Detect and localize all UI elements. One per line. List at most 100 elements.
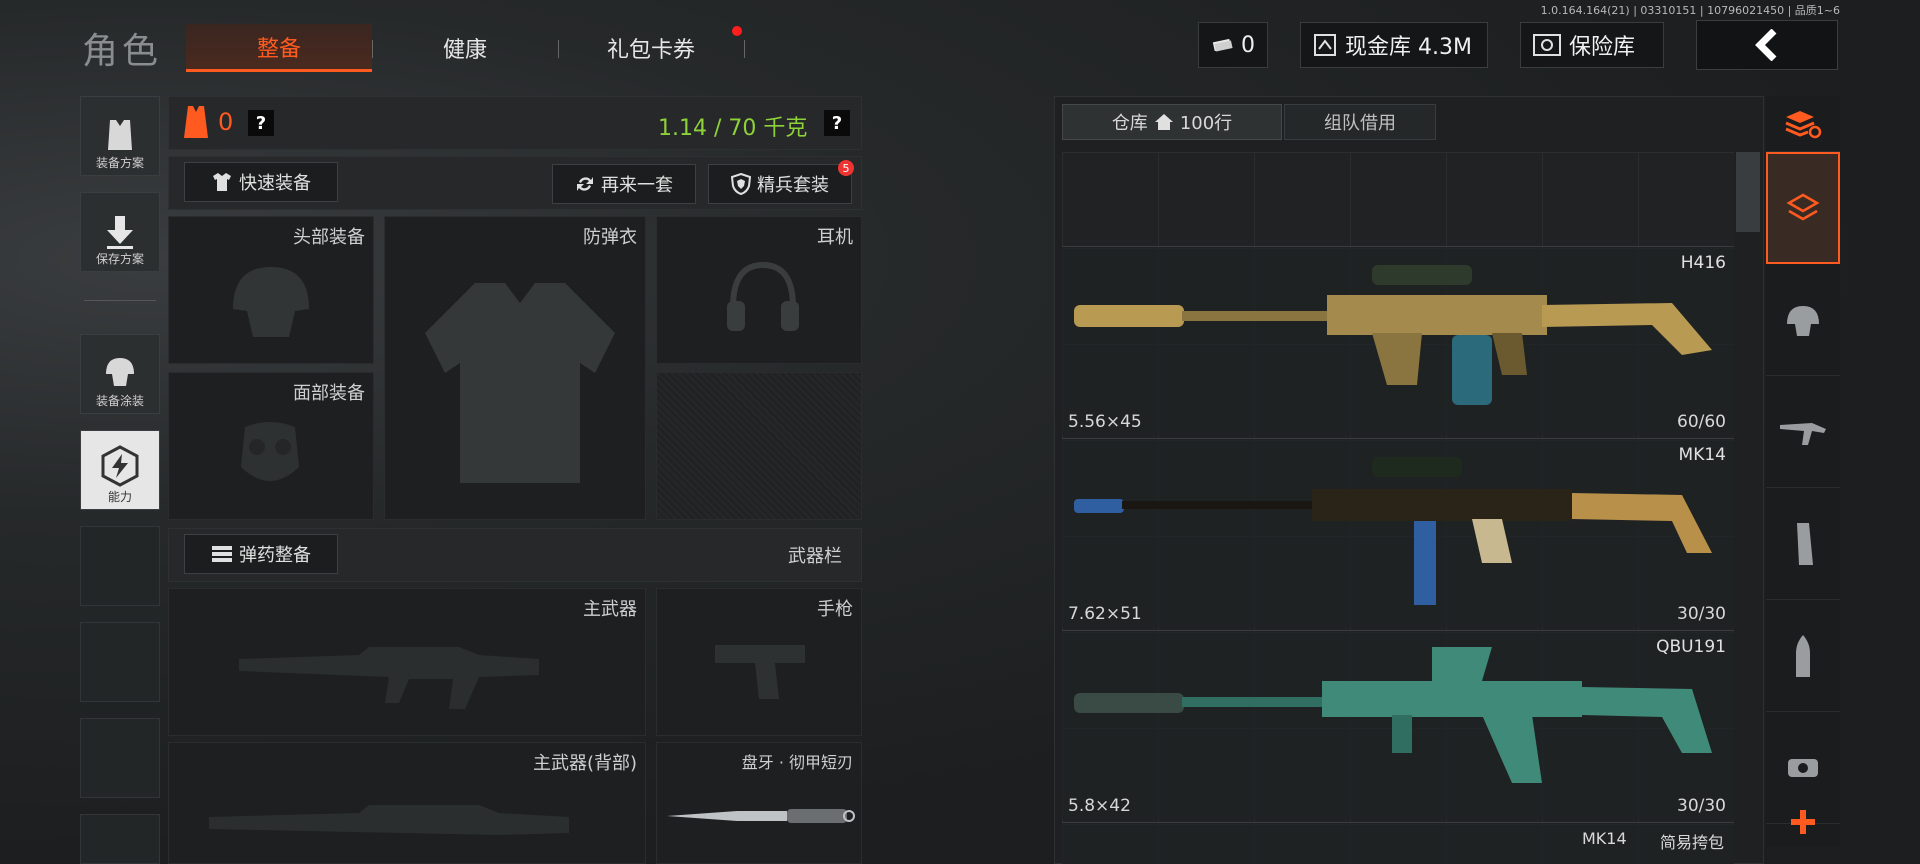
elite-set-label: 精兵套装 [757,175,829,196]
elite-set-badge: 5 [838,160,854,176]
save-plan-button[interactable]: 保存方案 [80,192,160,272]
cash-vault-label: 现金库 4.3M [1345,35,1472,60]
warehouse-item-h416[interactable]: H416 5.56×45 60/60 [1062,246,1734,436]
rifle-icon [1780,422,1826,445]
melee-slot[interactable]: 盘牙 · 彻甲短刃 [656,742,862,864]
helmet-silhouette-icon [233,267,309,337]
weight-display: 1.14 / 70 千克 [658,116,808,141]
armor-help-button[interactable]: ? [248,110,274,136]
help-icon: ? [824,110,850,136]
elite-set-button[interactable]: 精兵套装 [708,164,852,204]
locked-slot [656,372,862,520]
slot-label: 手枪 [817,599,853,620]
battle-rifle-icon [1074,457,1712,605]
marksman-rifle-icon [1074,647,1712,783]
slot-label: 主武器 [583,599,637,620]
weapon-bar-label: 武器栏 [788,546,842,567]
filter-ammo[interactable] [1766,600,1840,712]
storage-label: 仓库 [1111,113,1148,134]
body-armor-slot[interactable]: 防弹衣 [384,216,646,520]
rifle-silhouette-icon [239,647,539,709]
chevron-left-icon [1755,29,1777,61]
another-set-button[interactable]: 再来一套 [552,164,696,204]
sidebar-item-label: 能力 [107,490,132,504]
warehouse-item-mk14[interactable]: MK14 7.62×51 30/30 [1062,438,1734,628]
plus-icon [1791,810,1815,834]
tab-storage[interactable]: 仓库 100行 [1062,104,1282,140]
back-weapon-slot[interactable]: 主武器(背部) [168,742,646,864]
ammo-equip-button[interactable]: 弹药整备 [184,534,338,574]
page-title: 角色 [82,31,163,72]
filter-rifle[interactable] [1766,376,1840,488]
tab-equip[interactable]: 整备 [186,24,372,72]
pistol-slot[interactable]: 手枪 [656,588,862,736]
home-icon [1154,114,1173,130]
sort-stack-button[interactable] [1766,96,1840,152]
pistol-silhouette-icon [715,645,805,699]
primary-weapon-slot[interactable]: 主武器 [168,588,646,736]
helmet-icon [106,358,134,386]
loadout-plan-button[interactable]: 装备方案 [80,96,160,176]
filter-magazine[interactable] [1766,488,1840,600]
help-icon: ? [248,110,274,136]
cash-vault-button[interactable]: 现金库 4.3M [1300,22,1488,68]
magazine-icon [1797,522,1813,565]
sidebar-empty-slot [80,718,160,798]
filter-all[interactable] [1766,152,1840,264]
tab-divider [744,40,745,58]
helmet-icon [1787,305,1819,336]
tab-health[interactable]: 健康 [372,24,558,72]
cash-icon [1314,34,1336,56]
item-caliber: 5.8×42 [1068,796,1131,816]
head-gear-slot[interactable]: 头部装备 [168,216,374,364]
download-icon [107,216,133,249]
slot-label: 主武器(背部) [532,753,637,774]
armor-icon [184,106,208,138]
sidebar-divider [84,300,156,301]
armor-count: 0 [218,108,234,136]
slot-label: 盘牙 · 彻甲短刃 [741,753,853,772]
item-tag: 简易挎包 [1660,833,1725,852]
vest-silhouette-icon [425,283,615,483]
headset-silhouette-icon [727,261,799,331]
lightning-hexagon-icon [101,445,139,487]
sidebar-empty-slot [80,622,160,702]
storage-scrollbar[interactable] [1736,152,1760,232]
ticket-count: 0 [1241,32,1255,58]
item-caliber: 7.62×51 [1068,604,1142,624]
safe-vault-button[interactable]: 保险库 [1520,22,1664,68]
build-info: 1.0.164.164(21) | 03310151 | 10796021450… [1540,4,1840,17]
shield-icon [731,173,751,195]
quick-equip-button[interactable]: 快速装备 [184,162,338,202]
slot-label: 防弹衣 [583,227,637,248]
slot-label: 头部装备 [293,227,365,248]
layers-icon [1786,193,1820,221]
storage-rows: 100行 [1179,113,1233,134]
refresh-icon [577,177,593,191]
sidebar-empty-slot [80,526,160,606]
back-button[interactable] [1696,20,1838,70]
add-button[interactable] [1766,794,1840,850]
notification-dot [732,26,742,36]
ability-button[interactable]: 能力 [80,430,160,510]
rifle-silhouette-icon [209,805,569,835]
filter-helmet[interactable] [1766,264,1840,376]
tab-gift-coupons[interactable]: 礼包卡券 [558,24,744,72]
vest-icon [108,120,132,150]
stack-refresh-icon [1785,110,1822,138]
ticket-counter[interactable]: 0 [1198,22,1268,68]
ticket-icon [1212,38,1233,52]
item-ammo: 60/60 [1677,412,1726,432]
warehouse-item-partial[interactable]: MK14 简易挎包 [1062,822,1734,864]
item-ammo: 30/30 [1677,604,1726,624]
face-gear-slot[interactable]: 面部装备 [168,372,374,520]
weight-help-button[interactable]: ? [824,110,850,136]
equipment-paint-button[interactable]: 装备涂装 [80,334,160,414]
warehouse-item-qbu191[interactable]: QBU191 5.8×42 30/30 [1062,630,1734,820]
ammo-list-icon [212,546,232,562]
tab-team-borrow[interactable]: 组队借用 [1284,104,1436,140]
another-set-label: 再来一套 [601,175,673,196]
gas-mask-silhouette-icon [241,422,299,481]
headset-slot[interactable]: 耳机 [656,216,862,364]
assault-rifle-icon [1074,265,1712,405]
